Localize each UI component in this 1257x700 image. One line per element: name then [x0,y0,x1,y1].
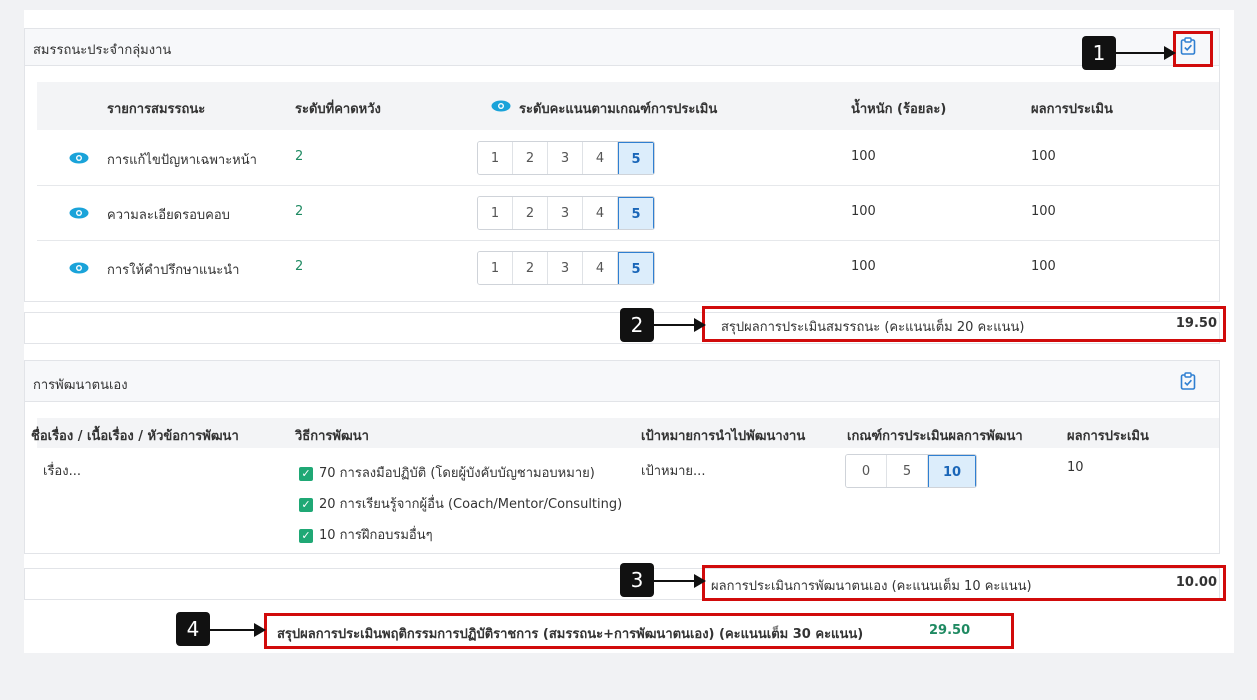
criteria-option-5[interactable]: 5 [887,455,928,487]
table-row: การแก้ไขปัญหาเฉพาะหน้า 2 1 2 3 4 5 100 1… [37,130,1219,186]
score-option-1[interactable]: 1 [478,197,513,229]
expected-level: 2 [295,149,304,164]
criteria-selector: 0 5 10 [845,454,977,488]
result-value: 100 [1031,149,1056,164]
total-summary-label: สรุปผลการประเมินพฤติกรรมการปฏิบัติราชการ… [277,627,864,642]
score-selector: 1 2 3 4 5 [477,251,655,285]
score-option-2[interactable]: 2 [513,252,548,284]
callout-arrow-2 [654,318,706,332]
total-summary-value: 29.50 [929,623,971,638]
col-goal: เป้าหมายการนำไปพัฒนางาน [641,429,806,444]
competency-panel-header: สมรรถนะประจำกลุ่มงาน [25,29,1219,66]
result-value: 100 [1031,204,1056,219]
method-item[interactable]: ✓ 10 การฝึกอบรมอื่นๆ [299,524,433,545]
callout-arrow-4 [210,623,266,637]
self-development-summary-value: 10.00 [1175,575,1217,590]
weight-value: 100 [851,149,876,164]
expected-level: 2 [295,259,304,274]
score-selector: 1 2 3 4 5 [477,141,655,175]
table-row: การให้คำปรึกษาแนะนำ 2 1 2 3 4 5 100 100 [37,240,1219,295]
table-row: เรื่อง... ✓ 70 การลงมือปฏิบัติ (โดยผู้บัง… [37,449,1219,549]
score-option-3[interactable]: 3 [548,252,583,284]
criteria-option-10-selected[interactable]: 10 [928,455,976,487]
checkbox-checked-icon[interactable]: ✓ [299,497,313,512]
highlight-box-2: สรุปผลการประเมินสมรรถนะ (คะแนนเต็ม 20 คะ… [702,306,1226,342]
self-development-table-header: ชื่อเรื่อง / เนื้อเรื่อง / หัวข้อการพัฒน… [31,418,1219,448]
method-label: 10 การฝึกอบรมอื่นๆ [319,528,433,543]
callout-arrow-1 [1116,46,1176,60]
self-development-panel: การพัฒนาตนเอง ชื่อเรื่อง / เนื้อเรื่อง /… [24,360,1220,554]
weight-value: 100 [851,259,876,274]
table-row: ความละเอียดรอบคอบ 2 1 2 3 4 5 100 100 [37,185,1219,241]
score-option-3[interactable]: 3 [548,142,583,174]
competency-name: การแก้ไขปัญหาเฉพาะหน้า [107,153,257,168]
method-item[interactable]: ✓ 70 การลงมือปฏิบัติ (โดยผู้บังคับบัญชามอ… [299,462,595,483]
score-option-1[interactable]: 1 [478,252,513,284]
goal-value: เป้าหมาย... [641,464,706,479]
checkbox-checked-icon[interactable]: ✓ [299,528,313,543]
competency-panel: สมรรถนะประจำกลุ่มงาน รายการสมรรถนะ ระดับ… [24,28,1220,302]
competency-name: ความละเอียดรอบคอบ [107,208,230,223]
col-expected-level: ระดับที่คาดหวัง [295,102,381,117]
callout-badge-4: 4 [176,612,210,646]
clipboard-check-icon[interactable] [1180,372,1196,390]
col-criteria: เกณฑ์การประเมินผลการพัฒนา [847,429,1023,444]
callout-arrow-3 [654,574,706,588]
col-competency-item: รายการสมรรถนะ [107,102,206,117]
callout-badge-3: 3 [620,563,654,597]
score-option-4[interactable]: 4 [583,252,618,284]
criteria-option-0[interactable]: 0 [846,455,887,487]
score-option-2[interactable]: 2 [513,142,548,174]
expected-level: 2 [295,204,304,219]
col-result: ผลการประเมิน [1031,102,1113,117]
score-option-4[interactable]: 4 [583,142,618,174]
self-development-summary-label: ผลการประเมินการพัฒนาตนเอง (คะแนนเต็ม 10 … [711,579,1032,594]
eye-icon[interactable] [491,100,511,112]
eye-icon[interactable] [69,207,89,219]
highlight-box-4: สรุปผลการประเมินพฤติกรรมการปฏิบัติราชการ… [264,613,1014,649]
col-score-criteria: ระดับคะแนนตามเกณฑ์การประเมิน [519,102,718,117]
score-option-3[interactable]: 3 [548,197,583,229]
score-option-1[interactable]: 1 [478,142,513,174]
weight-value: 100 [851,204,876,219]
competency-summary-label: สรุปผลการประเมินสมรรถนะ (คะแนนเต็ม 20 คะ… [721,320,1025,335]
score-option-5-selected[interactable]: 5 [618,197,654,229]
callout-badge-2: 2 [620,308,654,342]
score-option-5-selected[interactable]: 5 [618,142,654,174]
self-development-panel-header: การพัฒนาตนเอง [25,361,1219,402]
self-development-panel-title: การพัฒนาตนเอง [33,378,128,393]
score-selector: 1 2 3 4 5 [477,196,655,230]
method-item[interactable]: ✓ 20 การเรียนรู้จากผู้อื่น (Coach/Mentor/… [299,493,622,514]
eye-icon[interactable] [69,152,89,164]
competency-table-header: รายการสมรรถนะ ระดับที่คาดหวัง ระดับคะแนน… [37,82,1219,130]
score-option-2[interactable]: 2 [513,197,548,229]
method-label: 70 การลงมือปฏิบัติ (โดยผู้บังคับบัญชามอบ… [319,466,595,481]
result-value: 100 [1031,259,1056,274]
highlight-box-1 [1173,31,1213,67]
method-label: 20 การเรียนรู้จากผู้อื่น (Coach/Mentor/C… [319,497,623,512]
checkbox-checked-icon[interactable]: ✓ [299,466,313,481]
topic-value: เรื่อง... [43,464,81,479]
self-development-result: 10 [1067,460,1084,475]
callout-badge-1: 1 [1082,36,1116,70]
competency-panel-title: สมรรถนะประจำกลุ่มงาน [33,43,172,58]
col-method: วิธีการพัฒนา [295,429,369,444]
score-option-4[interactable]: 4 [583,197,618,229]
col-topic: ชื่อเรื่อง / เนื้อเรื่อง / หัวข้อการพัฒน… [31,429,239,444]
competency-summary-value: 19.50 [1175,316,1217,331]
col-weight: น้ำหนัก (ร้อยละ) [851,102,947,117]
competency-name: การให้คำปรึกษาแนะนำ [107,263,240,278]
score-option-5-selected[interactable]: 5 [618,252,654,284]
highlight-box-3: ผลการประเมินการพัฒนาตนเอง (คะแนนเต็ม 10 … [702,565,1226,601]
col-result: ผลการประเมิน [1067,429,1149,444]
eye-icon[interactable] [69,262,89,274]
